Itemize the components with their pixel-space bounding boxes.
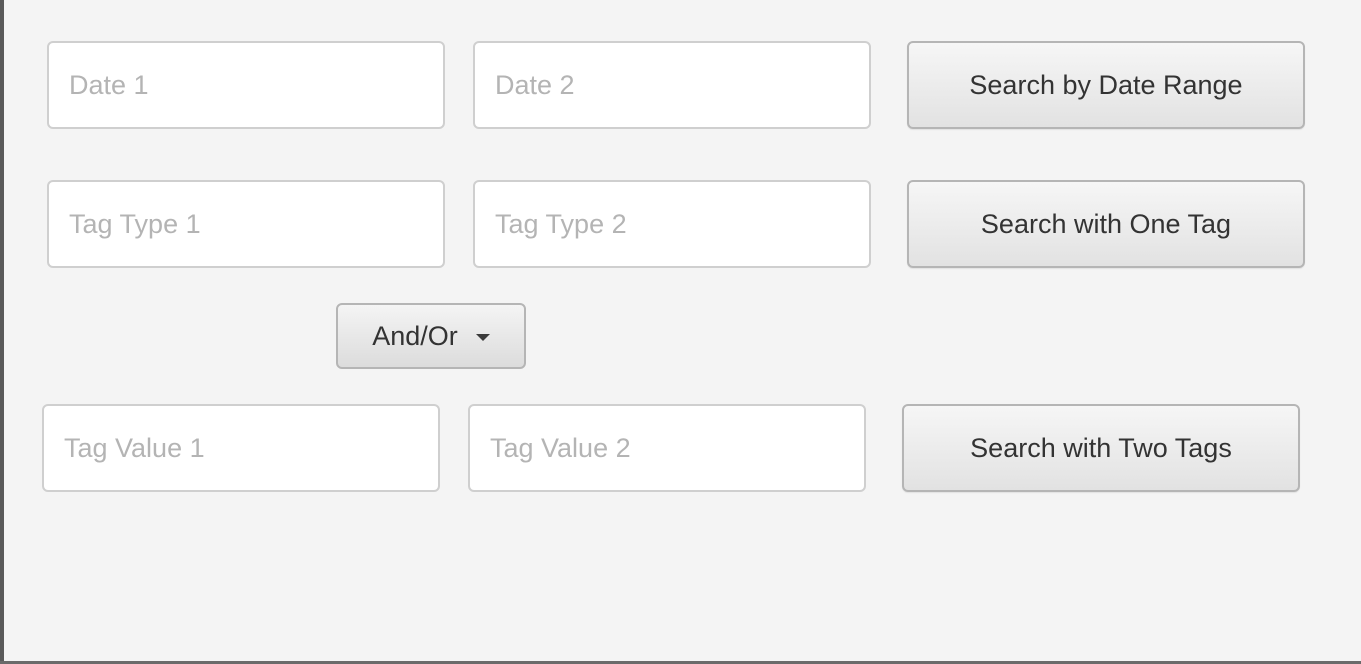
- tag-value-1-input[interactable]: [42, 404, 440, 492]
- and-or-dropdown-label: And/Or: [372, 320, 458, 351]
- and-or-dropdown[interactable]: And/Or: [336, 303, 526, 369]
- chevron-down-icon: [475, 333, 490, 341]
- date-1-input[interactable]: [47, 41, 445, 129]
- search-with-one-tag-button[interactable]: Search with One Tag: [907, 180, 1305, 268]
- search-by-date-range-button[interactable]: Search by Date Range: [907, 41, 1305, 129]
- window-left-border: [0, 0, 4, 664]
- tag-value-2-input[interactable]: [468, 404, 866, 492]
- tag-type-1-input[interactable]: [47, 180, 445, 268]
- tag-type-2-input[interactable]: [473, 180, 871, 268]
- search-with-two-tags-button[interactable]: Search with Two Tags: [902, 404, 1300, 492]
- date-2-input[interactable]: [473, 41, 871, 129]
